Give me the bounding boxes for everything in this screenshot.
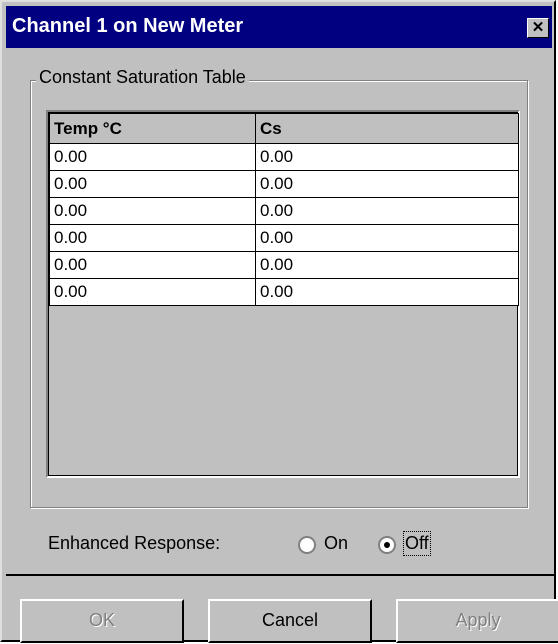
cell-cs[interactable]: 0.00 <box>255 197 519 225</box>
button-divider <box>6 574 554 576</box>
table-row: 0.00 0.00 <box>49 224 519 252</box>
radio-on-label[interactable]: On <box>324 533 348 554</box>
cell-cs[interactable]: 0.00 <box>255 143 519 171</box>
enhanced-response-label: Enhanced Response: <box>48 533 221 553</box>
column-header-temp[interactable]: Temp °C <box>49 113 256 144</box>
apply-button[interactable]: Apply <box>396 599 558 643</box>
table-row: 0.00 0.00 <box>49 143 519 171</box>
group-label: Constant Saturation Table <box>36 67 249 88</box>
cell-cs[interactable]: 0.00 <box>255 224 519 252</box>
table-row: 0.00 0.00 <box>49 251 519 279</box>
cell-cs[interactable]: 0.00 <box>255 278 519 306</box>
radio-off[interactable] <box>378 536 396 554</box>
close-icon: ✕ <box>531 19 545 36</box>
close-button[interactable]: ✕ <box>527 18 549 38</box>
title-bar[interactable]: Channel 1 on New Meter ✕ <box>6 6 552 48</box>
cell-temp[interactable]: 0.00 <box>49 278 256 306</box>
cell-temp[interactable]: 0.00 <box>49 251 256 279</box>
dialog-window: Channel 1 on New Meter ✕ Constant Satura… <box>0 0 558 643</box>
cell-temp[interactable]: 0.00 <box>49 143 256 171</box>
radio-on[interactable] <box>298 536 316 554</box>
radio-selected-dot <box>384 542 390 548</box>
saturation-table[interactable]: Temp °C Cs 0.00 0.00 0.00 0.00 0.00 0.00… <box>46 110 520 478</box>
cell-cs[interactable]: 0.00 <box>255 251 519 279</box>
cell-temp[interactable]: 0.00 <box>49 170 256 198</box>
table-row: 0.00 0.00 <box>49 197 519 225</box>
apply-button-label: Apply <box>455 610 501 630</box>
cell-cs[interactable]: 0.00 <box>255 170 519 198</box>
table-row: 0.00 0.00 <box>49 278 519 306</box>
table-row: 0.00 0.00 <box>49 170 519 198</box>
cell-temp[interactable]: 0.00 <box>49 224 256 252</box>
window-title: Channel 1 on New Meter <box>12 15 244 37</box>
ok-button[interactable]: OK <box>20 599 184 643</box>
column-header-cs[interactable]: Cs <box>255 113 519 144</box>
table-header-row: Temp °C Cs <box>49 113 519 144</box>
cancel-button[interactable]: Cancel <box>208 599 372 643</box>
radio-off-label[interactable]: Off <box>403 531 431 556</box>
ok-button-label: OK <box>88 610 115 630</box>
cancel-button-label: Cancel <box>261 610 319 630</box>
cell-temp[interactable]: 0.00 <box>49 197 256 225</box>
